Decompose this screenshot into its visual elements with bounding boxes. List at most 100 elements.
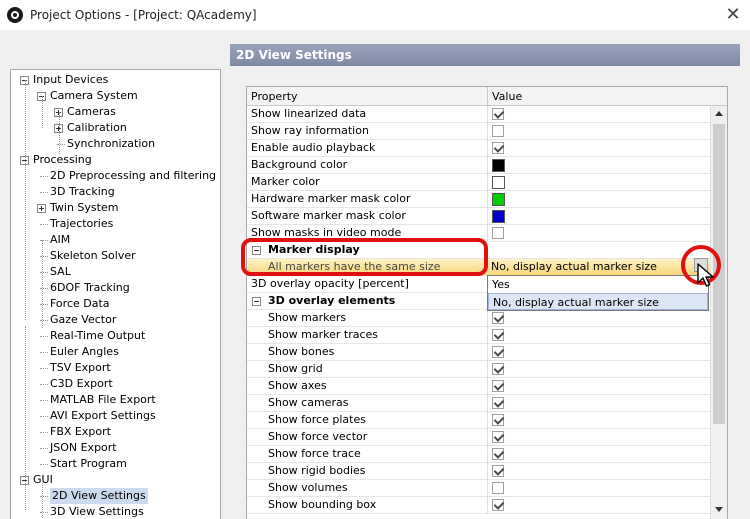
grid-property-row[interactable]: Show marker traces (247, 327, 711, 344)
tree-item-label: Processing (33, 153, 92, 166)
tree-connector (40, 368, 48, 369)
grid-property-row[interactable]: Show volumes (247, 480, 711, 497)
color-swatch[interactable] (492, 159, 505, 172)
tree-item-label: 2D View Settings (50, 488, 148, 504)
grid-property-row[interactable]: Show ray information (247, 123, 711, 140)
tree-item[interactable]: AIM (50, 232, 70, 248)
tree-connector (40, 448, 48, 449)
grid-property-row[interactable]: Show cameras (247, 395, 711, 412)
tree-item-label: Skeleton Solver (50, 249, 136, 262)
property-checkbox[interactable] (492, 482, 504, 494)
property-name: Show force vector (268, 430, 368, 443)
tree-item-label: Calibration (67, 121, 127, 134)
property-checkbox[interactable] (492, 312, 504, 324)
grid-property-row[interactable]: Software marker mask color (247, 208, 711, 225)
tree-item[interactable]: Calibration (67, 120, 127, 136)
grid-property-row[interactable]: Enable audio playback (247, 140, 711, 157)
tree-item[interactable]: SAL (50, 264, 71, 280)
grid-property-row[interactable]: Hardware marker mask color (247, 191, 711, 208)
tree-item[interactable]: MATLAB File Export (50, 392, 156, 408)
tree-item[interactable]: Processing (33, 152, 92, 168)
property-checkbox[interactable] (492, 414, 504, 426)
property-checkbox[interactable] (492, 363, 504, 375)
tree-item[interactable]: Input Devices (33, 72, 108, 88)
color-swatch[interactable] (492, 176, 505, 189)
tree-item-label: AVI Export Settings (50, 409, 156, 422)
expand-plus-icon[interactable] (37, 204, 46, 213)
tree-item[interactable]: Trajectories (50, 216, 113, 232)
grid-property-row[interactable]: Show rigid bodies (247, 463, 711, 480)
tree-item[interactable]: 3D View Settings (50, 504, 144, 519)
tree-item[interactable]: 3D Tracking (50, 184, 115, 200)
property-checkbox[interactable] (492, 329, 504, 341)
property-checkbox[interactable] (492, 465, 504, 477)
tree-item[interactable]: JSON Export (50, 440, 117, 456)
color-swatch[interactable] (492, 193, 505, 206)
tree-item[interactable]: Euler Angles (50, 344, 119, 360)
tree-connector (40, 384, 48, 385)
property-name: 3D overlay elements (268, 294, 396, 307)
property-name: Hardware marker mask color (251, 192, 411, 205)
tree-item[interactable]: 6DOF Tracking (50, 280, 130, 296)
tree-item[interactable]: Gaze Vector (50, 312, 116, 328)
tree-item[interactable]: TSV Export (50, 360, 111, 376)
grid-property-row[interactable]: Show bounding box (247, 497, 711, 514)
tree-item[interactable]: Twin System (50, 200, 118, 216)
tree-item[interactable]: FBX Export (50, 424, 111, 440)
tree-item[interactable]: Cameras (67, 104, 116, 120)
tree-connector (40, 224, 48, 225)
dropdown-option[interactable]: No, display actual marker size (488, 293, 708, 310)
property-checkbox[interactable] (492, 499, 504, 511)
grid-property-row[interactable]: Background color (247, 157, 711, 174)
tree-connector (40, 464, 48, 465)
tree-item[interactable]: 2D Preprocessing and filtering (50, 168, 216, 184)
grid-property-row[interactable]: Show markers (247, 310, 711, 327)
color-swatch[interactable] (492, 210, 505, 223)
tree-item[interactable]: AVI Export Settings (50, 408, 156, 424)
close-button[interactable]: ✕ (720, 4, 746, 26)
tree-item-label: Euler Angles (50, 345, 119, 358)
property-checkbox[interactable] (492, 125, 504, 137)
column-header-value[interactable]: Value (492, 90, 522, 103)
property-value[interactable]: No, display actual marker size (491, 259, 657, 275)
tree-item[interactable]: C3D Export (50, 376, 113, 392)
grid-property-row[interactable]: Show grid (247, 361, 711, 378)
tree-item[interactable]: 2D View Settings (50, 488, 148, 504)
tree-item-label: JSON Export (50, 441, 117, 454)
tree-connector (59, 112, 60, 154)
grid-scrollbar[interactable] (710, 106, 727, 519)
property-checkbox[interactable] (492, 448, 504, 460)
property-name: Show grid (268, 362, 323, 375)
property-name: Show marker traces (268, 328, 379, 341)
dropdown-option[interactable]: Yes (488, 276, 708, 293)
property-checkbox[interactable] (492, 431, 504, 443)
property-name: Show force trace (268, 447, 361, 460)
property-checkbox[interactable] (492, 108, 504, 120)
tree-item[interactable]: Synchronization (67, 136, 155, 152)
value-dropdown-list[interactable]: Yes No, display actual marker size (487, 275, 709, 311)
grid-property-row[interactable]: Show axes (247, 378, 711, 395)
grid-property-row[interactable]: Show bones (247, 344, 711, 361)
grid-property-row[interactable]: Show force vector (247, 429, 711, 446)
tree-item-label: Real-Time Output (50, 329, 146, 342)
tree-item[interactable]: Start Program (50, 456, 127, 472)
property-checkbox[interactable] (492, 380, 504, 392)
column-header-property[interactable]: Property (251, 90, 298, 103)
grid-property-row[interactable]: Show force plates (247, 412, 711, 429)
grid-property-row[interactable]: Show linearized data (247, 106, 711, 123)
scroll-up-arrow-icon[interactable] (715, 111, 723, 116)
tree-item[interactable]: Skeleton Solver (50, 248, 136, 264)
grid-property-row[interactable]: Show force trace (247, 446, 711, 463)
tree-connector (42, 240, 43, 328)
grid-header: Property Value (247, 87, 727, 106)
property-checkbox[interactable] (492, 142, 504, 154)
property-checkbox[interactable] (492, 346, 504, 358)
grid-property-row[interactable]: Marker color (247, 174, 711, 191)
tree-item[interactable]: Real-Time Output (50, 328, 145, 344)
property-checkbox[interactable] (492, 227, 504, 239)
tree-item[interactable]: Camera System (50, 88, 138, 104)
tree-item[interactable]: Force Data (50, 296, 110, 312)
collapse-minus-icon[interactable] (252, 297, 261, 306)
scroll-down-arrow-icon[interactable] (715, 507, 723, 512)
property-checkbox[interactable] (492, 397, 504, 409)
